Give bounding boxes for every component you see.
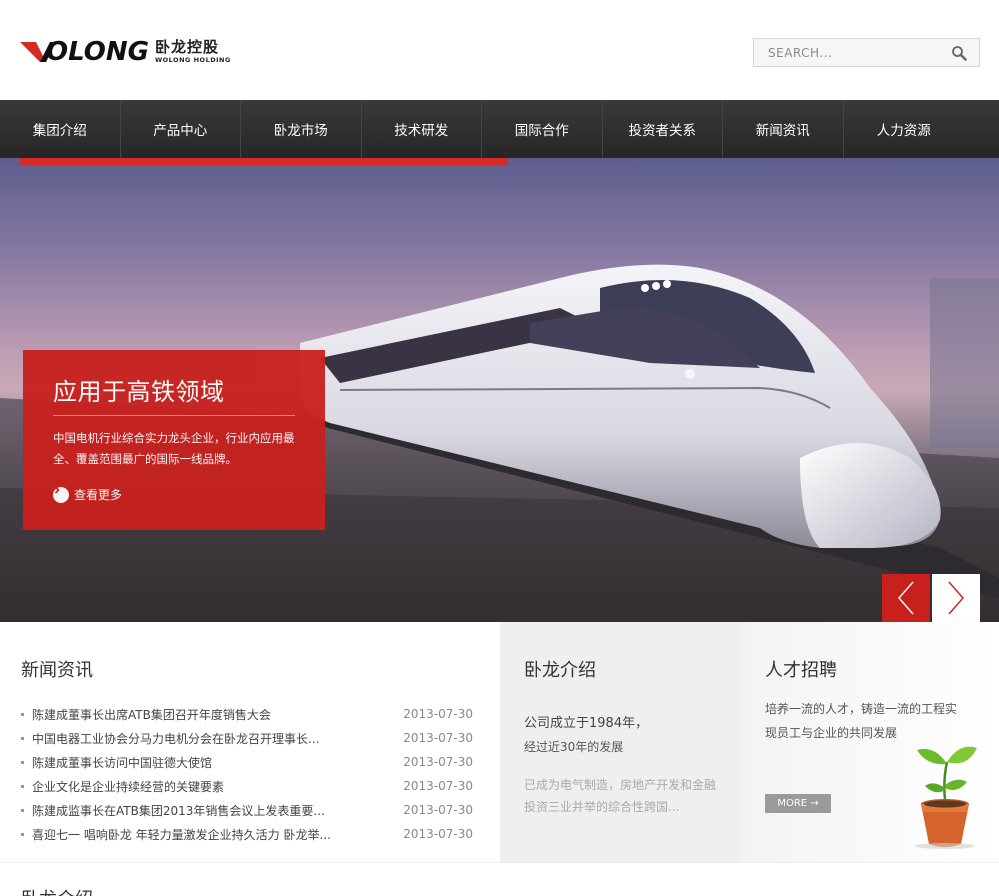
arrow-circle-right-icon xyxy=(53,486,69,503)
about-section: 卧龙介绍 公司成立于1984年， 经过近30年的发展 已成为电气制造，房地产开发… xyxy=(500,622,740,862)
news-item[interactable]: 中国电器工业协会分马力电机分会在卧龙召开理事长... 2013-07-30 xyxy=(21,726,473,750)
news-item-title: 陈建成董事长访问中国驻德大使馆 xyxy=(32,755,213,770)
bullet-icon xyxy=(21,712,24,716)
nav-item-hr[interactable]: 人力资源 xyxy=(844,100,965,158)
logo-subtitle: 卧龙控股 WOLONG HOLDING xyxy=(155,40,231,64)
nav-item-investors[interactable]: 投资者关系 xyxy=(603,100,723,158)
news-section: 新闻资讯 陈建成董事长出席ATB集团召开年度销售大会 2013-07-30 中国电… xyxy=(0,622,500,862)
nav-item-products[interactable]: 产品中心 xyxy=(121,100,241,158)
nav-item-news[interactable]: 新闻资讯 xyxy=(723,100,844,158)
nav-active-indicator xyxy=(20,158,508,165)
hero-divider xyxy=(53,415,295,416)
nav-item-rnd[interactable]: 技术研发 xyxy=(362,100,482,158)
news-item[interactable]: 喜迎七一 唱响卧龙 年轻力量激发企业持久活力 卧龙举... 2013-07-30 xyxy=(21,822,473,846)
search-icon xyxy=(952,45,967,61)
hero-more-link[interactable]: 查看更多 xyxy=(53,486,122,503)
search-box xyxy=(753,38,980,67)
next-section-peek: 卧龙介绍 xyxy=(0,862,999,896)
about-title: 卧龙介绍 xyxy=(524,660,596,681)
chevron-right-icon xyxy=(948,581,964,615)
bullet-icon xyxy=(21,832,24,836)
bullet-icon xyxy=(21,808,24,812)
hero-slider: 应用于高铁领域 中国电机行业综合实力龙头企业，行业内应用最全、覆盖范围最广的国际… xyxy=(0,158,999,622)
next-section-title: 卧龙介绍 xyxy=(21,885,93,896)
news-item-title: 陈建成董事长出席ATB集团召开年度销售大会 xyxy=(32,707,271,722)
nav-item-international[interactable]: 国际合作 xyxy=(482,100,603,158)
bullet-icon xyxy=(21,736,24,740)
search-button[interactable] xyxy=(939,39,979,66)
chevron-left-icon xyxy=(898,581,914,615)
search-input[interactable] xyxy=(754,39,939,66)
news-item-date: 2013-07-30 xyxy=(403,803,473,817)
news-item-date: 2013-07-30 xyxy=(403,755,473,769)
potted-plant-icon xyxy=(915,746,977,849)
main-nav: 集团介绍 产品中心 卧龙市场 技术研发 国际合作 投资者关系 新闻资讯 人力资源 xyxy=(0,100,999,158)
nav-item-market[interactable]: 卧龙市场 xyxy=(241,100,362,158)
news-item[interactable]: 陈建成董事长访问中国驻德大使馆 2013-07-30 xyxy=(21,750,473,774)
logo-mark-icon xyxy=(20,40,64,64)
header: OLONG 卧龙控股 WOLONG HOLDING xyxy=(0,0,999,100)
news-item-title: 中国电器工业协会分马力电机分会在卧龙召开理事长... xyxy=(32,731,320,746)
careers-more-button[interactable]: MORE → xyxy=(765,794,831,813)
news-item-date: 2013-07-30 xyxy=(403,731,473,745)
news-item-title: 陈建成监事长在ATB集团2013年销售会议上发表重要... xyxy=(32,803,325,818)
page: OLONG 卧龙控股 WOLONG HOLDING 集团介绍 产品中心 卧龙市场… xyxy=(0,0,999,896)
news-item[interactable]: 陈建成监事长在ATB集团2013年销售会议上发表重要... 2013-07-30 xyxy=(21,798,473,822)
news-item-date: 2013-07-30 xyxy=(403,827,473,841)
news-item-title: 企业文化是企业持续经营的关键要素 xyxy=(32,779,225,794)
logo-chinese-name: 卧龙控股 xyxy=(154,38,219,57)
news-item[interactable]: 企业文化是企业持续经营的关键要素 2013-07-30 xyxy=(21,774,473,798)
hero-caption-card: 应用于高铁领域 中国电机行业综合实力龙头企业，行业内应用最全、覆盖范围最广的国际… xyxy=(23,350,325,530)
news-title: 新闻资讯 xyxy=(21,660,93,681)
nav-item-group-intro[interactable]: 集团介绍 xyxy=(0,100,121,158)
about-description[interactable]: 已成为电气制造，房地产开发和金融投资三业并举的综合性跨国... xyxy=(524,774,724,818)
bullet-icon xyxy=(21,784,24,788)
hero-more-label: 查看更多 xyxy=(74,488,123,502)
news-item[interactable]: 陈建成董事长出席ATB集团召开年度销售大会 2013-07-30 xyxy=(21,702,473,726)
bullet-icon xyxy=(21,760,24,764)
hero-title: 应用于高铁领域 xyxy=(53,378,225,406)
news-list: 陈建成董事长出席ATB集团召开年度销售大会 2013-07-30 中国电器工业协会… xyxy=(21,702,473,846)
about-subline: 经过近30年的发展 xyxy=(524,740,624,754)
news-item-date: 2013-07-30 xyxy=(403,779,473,793)
slider-next-button[interactable] xyxy=(932,574,980,622)
hero-description: 中国电机行业综合实力龙头企业，行业内应用最全、覆盖范围最广的国际一线品牌。 xyxy=(53,431,295,466)
careers-section: 人才招聘 培养一流的人才，铸造一流的工程实现员工与企业的共同发展 MORE → xyxy=(740,622,999,862)
slider-prev-button[interactable] xyxy=(882,574,930,622)
careers-title: 人才招聘 xyxy=(765,660,837,681)
news-item-date: 2013-07-30 xyxy=(403,707,473,721)
news-item-title: 喜迎七一 唱响卧龙 年轻力量激发企业持久活力 卧龙举... xyxy=(32,827,331,842)
logo[interactable]: OLONG 卧龙控股 WOLONG HOLDING xyxy=(20,38,270,66)
logo-english-name: WOLONG HOLDING xyxy=(154,56,231,65)
careers-description: 培养一流的人才，铸造一流的工程实现员工与企业的共同发展 xyxy=(765,702,958,740)
about-headline: 公司成立于1984年， xyxy=(524,716,649,731)
